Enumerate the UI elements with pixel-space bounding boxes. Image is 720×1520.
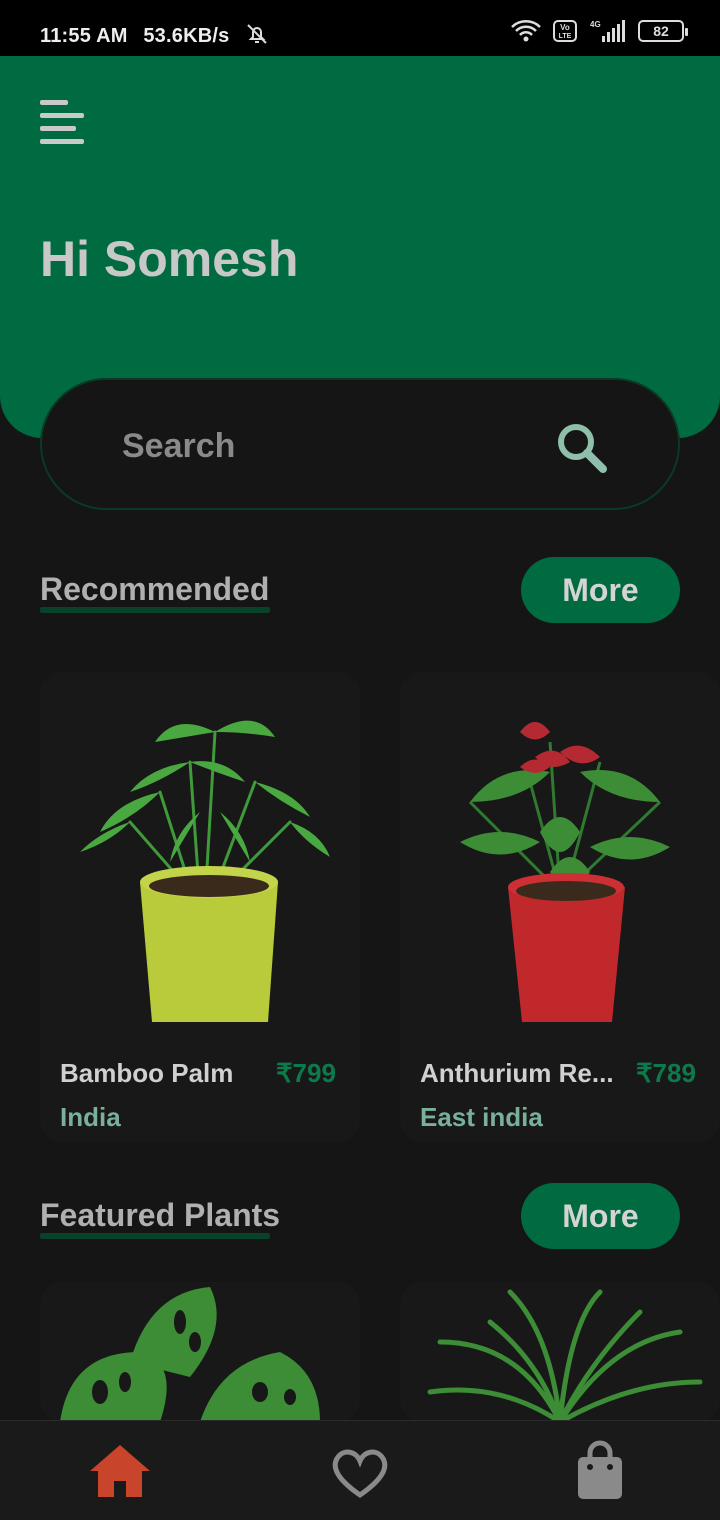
home-icon[interactable]: [84, 1435, 156, 1507]
menu-line: [40, 139, 84, 144]
search-icon[interactable]: [554, 420, 610, 476]
menu-line: [40, 113, 84, 118]
greeting-title: Hi Somesh: [40, 231, 299, 287]
search-bar[interactable]: [40, 378, 680, 510]
signal-icon: 4G: [590, 20, 625, 42]
plant-origin: East india: [420, 1102, 543, 1132]
mute-bell-icon: [247, 24, 267, 44]
battery-indicator: 82: [638, 20, 688, 42]
plant-name: Anthurium Re...: [420, 1058, 614, 1088]
bottom-navigation: [0, 1420, 720, 1520]
menu-line: [40, 126, 76, 131]
menu-button[interactable]: [40, 100, 86, 146]
plant-origin: India: [60, 1102, 121, 1132]
status-speed: 53.6KB/s: [143, 25, 230, 47]
plant-price: ₹789: [636, 1058, 696, 1088]
spider-plant-image: [427, 1289, 703, 1422]
wifi-icon: [511, 20, 541, 42]
recommended-more-button[interactable]: More: [521, 557, 680, 623]
monstera-image: [60, 1287, 320, 1422]
svg-text:LTE: LTE: [559, 33, 572, 40]
volte-icon: Vo LTE: [553, 20, 577, 42]
heart-icon[interactable]: [324, 1435, 396, 1507]
recommended-underline: [40, 607, 270, 613]
shopping-bag-icon[interactable]: [564, 1435, 636, 1507]
svg-text:Vo: Vo: [560, 23, 570, 32]
featured-more-button[interactable]: More: [521, 1183, 680, 1249]
status-bar: 11:55 AM 53.6KB/s Vo LTE 4G 82: [0, 0, 720, 56]
plant-card-anthurium[interactable]: Anthurium Re... ₹789 East india: [400, 672, 720, 1142]
status-right: Vo LTE 4G 82: [510, 18, 688, 44]
featured-plant-card[interactable]: [40, 1282, 360, 1422]
featured-plant-card[interactable]: [400, 1282, 720, 1422]
svg-text:4G: 4G: [590, 20, 601, 29]
featured-title: Featured Plants: [40, 1197, 281, 1233]
plant-card-bamboo-palm[interactable]: Bamboo Palm ₹799 India: [40, 672, 360, 1142]
menu-line: [40, 100, 68, 105]
anthurium-image: [460, 722, 670, 1022]
bamboo-palm-image: [80, 720, 330, 1022]
status-left: 11:55 AM 53.6KB/s: [40, 22, 269, 48]
featured-underline: [40, 1233, 270, 1239]
recommended-title: Recommended: [40, 571, 270, 607]
plant-name: Bamboo Palm: [60, 1058, 234, 1088]
plant-price: ₹799: [276, 1058, 336, 1088]
status-time: 11:55 AM: [40, 25, 128, 47]
search-input[interactable]: [122, 424, 542, 468]
